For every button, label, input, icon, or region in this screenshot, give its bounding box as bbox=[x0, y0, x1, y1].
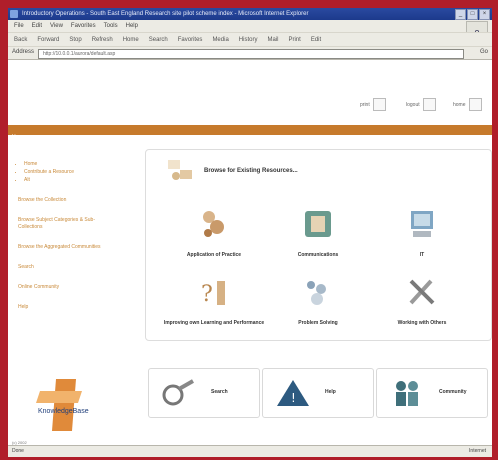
print-icon bbox=[372, 98, 386, 111]
refresh-button[interactable]: Refresh bbox=[92, 33, 113, 46]
menu-tools[interactable]: Tools bbox=[104, 20, 118, 32]
section-banner: Home bbox=[8, 125, 492, 140]
window-controls: _ □ × bbox=[455, 9, 490, 20]
search-tile-label: Search bbox=[211, 389, 228, 395]
community-tile[interactable]: Community bbox=[376, 368, 488, 418]
category-improving-own-learning[interactable]: ? Improving own Learning and Performance bbox=[162, 275, 266, 327]
nav-search[interactable]: Search bbox=[18, 264, 118, 271]
nav-home[interactable]: Home bbox=[24, 160, 118, 168]
nav-browse-communities[interactable]: Browse the Aggregated Communities bbox=[18, 244, 118, 251]
menu-bar: File Edit View Favorites Tools Help bbox=[8, 20, 492, 32]
category-label: Problem Solving bbox=[298, 320, 338, 326]
ie-icon bbox=[10, 10, 18, 18]
window-titlebar: Introductory Operations - South East Eng… bbox=[8, 8, 492, 20]
menu-edit[interactable]: Edit bbox=[32, 20, 42, 32]
knowledgebase-logo: KnowledgeBase bbox=[36, 379, 89, 431]
category-working-with-others[interactable]: Working with Others bbox=[370, 275, 474, 327]
browser-window: Introductory Operations - South East Eng… bbox=[8, 8, 492, 457]
forward-button[interactable]: Forward bbox=[37, 33, 59, 46]
favorites-button[interactable]: Favorites bbox=[178, 33, 203, 46]
help-tile-label: Help bbox=[325, 389, 336, 395]
home-button[interactable]: Home bbox=[123, 33, 139, 46]
status-text: Done bbox=[12, 448, 24, 454]
stop-button[interactable]: Stop bbox=[69, 33, 81, 46]
back-button[interactable]: Back bbox=[14, 33, 27, 46]
question-icon: ? bbox=[201, 281, 225, 307]
toolbar: Back Forward Stop Refresh Home Search Fa… bbox=[8, 32, 492, 46]
home-link[interactable]: home bbox=[453, 98, 482, 111]
print-link[interactable]: print bbox=[360, 98, 386, 111]
browse-panel: Browse for Existing Resources... Applica… bbox=[145, 149, 492, 341]
nav-help[interactable]: Help bbox=[18, 304, 118, 311]
window-title: Introductory Operations - South East Eng… bbox=[22, 11, 309, 17]
help-tile[interactable]: ! Help bbox=[262, 368, 374, 418]
menu-favorites[interactable]: Favorites bbox=[71, 20, 96, 32]
media-button[interactable]: Media bbox=[212, 33, 228, 46]
status-bar: Done Internet bbox=[8, 445, 492, 457]
communications-icon bbox=[305, 211, 331, 237]
category-label: Working with Others bbox=[397, 320, 447, 326]
mail-button[interactable]: Mail bbox=[267, 33, 278, 46]
nav-contribute[interactable]: Contribute a Resource bbox=[24, 168, 118, 176]
print-label: print bbox=[360, 101, 370, 108]
home-label: home bbox=[453, 101, 466, 108]
menu-help[interactable]: Help bbox=[126, 20, 138, 32]
logout-icon bbox=[422, 98, 436, 111]
category-label: Communications bbox=[297, 252, 339, 258]
category-label: IT bbox=[419, 252, 425, 258]
nav-browse-collection[interactable]: Browse the Collection bbox=[18, 197, 118, 204]
search-icon bbox=[162, 379, 194, 406]
zone-indicator: Internet bbox=[469, 448, 486, 454]
page-content: print logout home Home Home Contribute a… bbox=[8, 60, 492, 445]
print-button[interactable]: Print bbox=[288, 33, 300, 46]
edit-button[interactable]: Edit bbox=[311, 33, 321, 46]
category-label: Application of Practice bbox=[186, 252, 242, 258]
address-label: Address bbox=[12, 49, 35, 55]
search-tile[interactable]: Search bbox=[148, 368, 260, 418]
svg-text:!: ! bbox=[291, 391, 296, 405]
category-problem-solving[interactable]: Problem Solving bbox=[266, 275, 370, 327]
address-bar: Address http://10.0.0.1/aurora/default.a… bbox=[8, 46, 492, 60]
search-button[interactable]: Search bbox=[149, 33, 168, 46]
banner-label: Home bbox=[12, 134, 26, 140]
maximize-button[interactable]: □ bbox=[467, 9, 478, 20]
computer-icon bbox=[411, 211, 433, 237]
gears-icon bbox=[203, 211, 224, 237]
category-it[interactable]: IT bbox=[370, 207, 474, 259]
menu-file[interactable]: File bbox=[14, 20, 24, 32]
category-communications[interactable]: Communications bbox=[266, 207, 370, 259]
left-nav: Home Contribute a Resource Alt Browse th… bbox=[18, 160, 118, 311]
home-icon bbox=[468, 98, 482, 111]
category-label: Improving own Learning and Performance bbox=[163, 320, 265, 326]
minimize-button[interactable]: _ bbox=[455, 9, 466, 20]
logout-label: logout bbox=[406, 101, 420, 108]
warning-icon: ! bbox=[277, 380, 309, 406]
logout-link[interactable]: logout bbox=[406, 98, 436, 111]
category-application-of-practice[interactable]: Application of Practice bbox=[162, 207, 266, 259]
history-button[interactable]: History bbox=[239, 33, 258, 46]
nav-online-community[interactable]: Online Community bbox=[18, 284, 118, 291]
logo-text: KnowledgeBase bbox=[38, 408, 89, 415]
menu-view[interactable]: View bbox=[50, 20, 63, 32]
go-button[interactable]: Go bbox=[480, 49, 488, 55]
community-tile-label: Community bbox=[439, 389, 467, 395]
close-button[interactable]: × bbox=[479, 9, 490, 20]
nav-alt[interactable]: Alt bbox=[24, 176, 118, 184]
address-input[interactable]: http://10.0.0.1/aurora/default.asp bbox=[38, 49, 464, 59]
tools-icon bbox=[409, 279, 435, 305]
problem-solving-icon bbox=[307, 281, 326, 305]
people-icon bbox=[396, 381, 418, 406]
browse-title: Browse for Existing Resources... bbox=[204, 168, 298, 174]
svg-text:?: ? bbox=[201, 282, 213, 307]
browse-icon bbox=[168, 160, 192, 180]
nav-browse-subjects[interactable]: Browse Subject Categories & Sub-Collecti… bbox=[18, 217, 118, 231]
